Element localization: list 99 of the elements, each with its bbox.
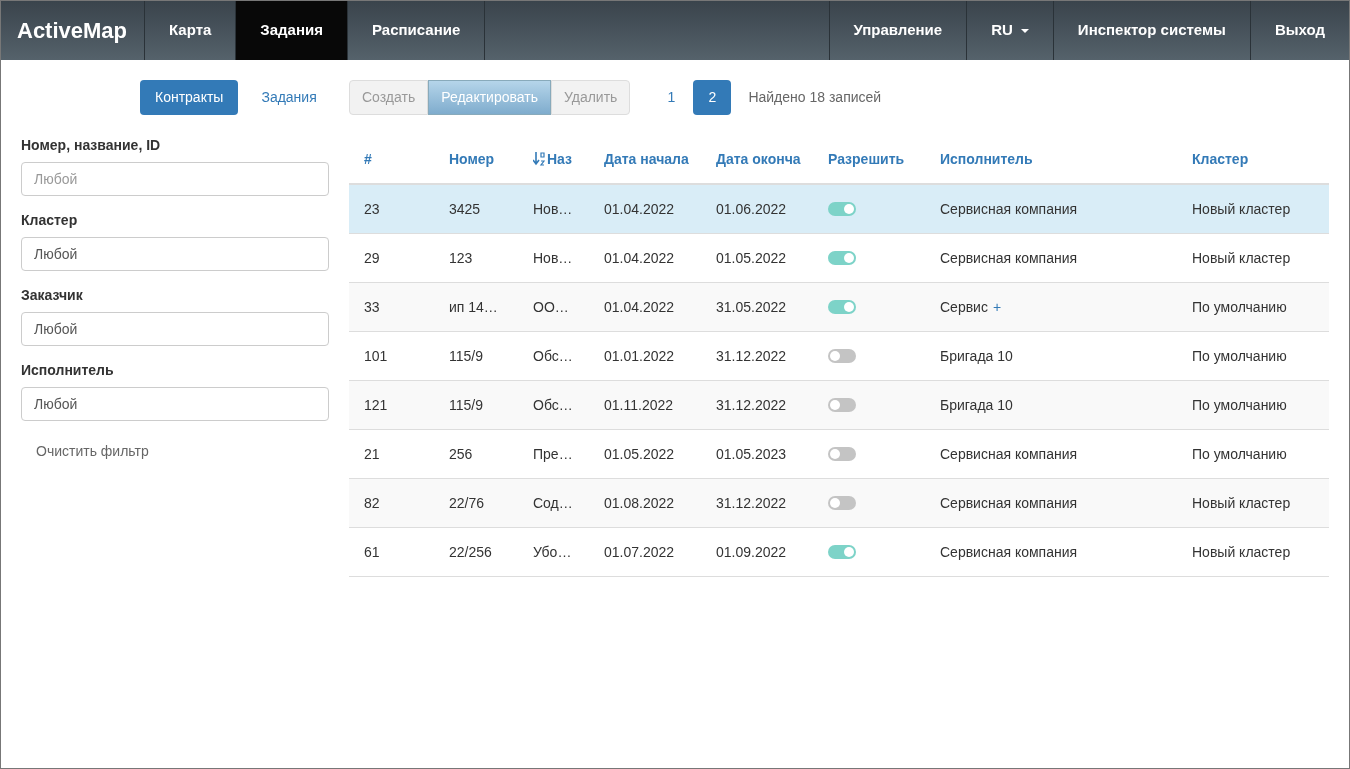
table-cell: 31.12.2022 bbox=[716, 348, 787, 364]
table-cell: 22/76 bbox=[449, 495, 485, 511]
column-header[interactable]: Исполнитель bbox=[940, 148, 1033, 170]
table-cell: 01.05.2023 bbox=[716, 446, 787, 462]
filter-field[interactable]: Любой bbox=[21, 162, 329, 196]
filter-label: Заказчик bbox=[21, 286, 84, 305]
table-cell: Новый кластер bbox=[1192, 495, 1291, 511]
add-link[interactable]: + bbox=[992, 296, 1002, 318]
table-cell: 31.12.2022 bbox=[716, 495, 787, 511]
table-cell: 01.07.2022 bbox=[604, 544, 675, 560]
table-cell: 31.12.2022 bbox=[716, 397, 787, 413]
table-cell: 01.08.2022 bbox=[604, 495, 675, 511]
mode-tab[interactable]: Задания bbox=[246, 80, 332, 115]
table-row[interactable]: 23 3425 Нов… 01.04.2022 01.06.2022 Сервисная компания Новый кластер bbox=[349, 185, 1329, 234]
table-cell: По умолчанию bbox=[1192, 397, 1287, 413]
filter-label: Исполнитель bbox=[21, 361, 115, 380]
column-header[interactable]: Разрешить bbox=[828, 148, 905, 170]
toggle-switch[interactable] bbox=[828, 251, 856, 265]
table-cell: 101 bbox=[364, 348, 388, 364]
table-cell-text: Бригада 10 bbox=[940, 395, 1013, 415]
table-cell-text: Сервис bbox=[940, 297, 988, 317]
column-header[interactable]: Дата начала bbox=[604, 148, 689, 170]
nav-tab[interactable]: Управление bbox=[828, 1, 967, 60]
table-cell: 121 bbox=[364, 397, 388, 413]
table-cell: Нов… bbox=[533, 201, 573, 217]
toggle-switch[interactable] bbox=[828, 349, 856, 363]
table-cell: 01.06.2022 bbox=[716, 201, 787, 217]
toggle-switch[interactable] bbox=[828, 545, 856, 559]
column-header[interactable]: Наз bbox=[547, 148, 573, 170]
toggle-switch[interactable] bbox=[828, 202, 856, 216]
table-cell: По умолчанию bbox=[1192, 446, 1287, 462]
table-cell: ОО… bbox=[533, 299, 569, 315]
page-button[interactable]: 1 bbox=[652, 80, 691, 115]
table-cell: 01.01.2022 bbox=[604, 348, 675, 364]
table-cell: 01.04.2022 bbox=[604, 201, 675, 217]
clear-filter-button[interactable]: Очистить фильтр bbox=[21, 435, 164, 468]
table-row[interactable]: 82 22/76 Сод… 01.08.2022 31.12.2022 Сервисная компания Новый кластер bbox=[349, 479, 1329, 528]
toggle-switch[interactable] bbox=[828, 300, 856, 314]
table-cell: Новый кластер bbox=[1192, 201, 1291, 217]
nav-tab[interactable]: Выход bbox=[1249, 1, 1349, 60]
table-cell: Новый кластер bbox=[1192, 250, 1291, 266]
filter-field[interactable]: Любой bbox=[21, 387, 329, 421]
table-cell: Обс… bbox=[533, 397, 573, 413]
table-cell-text: Сервисная компания bbox=[940, 542, 1078, 562]
table-cell: Пре… bbox=[533, 446, 573, 462]
table-cell: По умолчанию bbox=[1192, 348, 1287, 364]
table-cell: 256 bbox=[449, 446, 473, 462]
table-cell: 82 bbox=[364, 495, 380, 511]
table-cell-text: Бригада 10 bbox=[940, 346, 1013, 366]
table-cell: 115/9 bbox=[449, 348, 483, 364]
table-cell: Новый кластер bbox=[1192, 544, 1291, 560]
table-cell: По умолчанию bbox=[1192, 299, 1287, 315]
brand-logo[interactable]: ActiveMap bbox=[1, 1, 144, 60]
table-cell: Сод… bbox=[533, 495, 573, 511]
table-cell: Убо… bbox=[533, 544, 572, 560]
column-header[interactable]: # bbox=[364, 148, 372, 170]
table-cell: 33 bbox=[364, 299, 380, 315]
toggle-switch[interactable] bbox=[828, 398, 856, 412]
table-cell: 01.05.2022 bbox=[604, 446, 675, 462]
table-cell: ип 14… bbox=[449, 299, 498, 315]
column-header[interactable]: Номер bbox=[449, 148, 495, 170]
table-cell: 115/9 bbox=[449, 397, 483, 413]
table-cell: 01.05.2022 bbox=[716, 250, 787, 266]
nav-tab[interactable]: Инспектор системы bbox=[1052, 1, 1250, 60]
table-cell: 123 bbox=[449, 250, 473, 266]
records-count: Найдено 18 записей bbox=[748, 88, 882, 107]
table-cell-text: Сервисная компания bbox=[940, 248, 1078, 268]
column-header[interactable]: Кластер bbox=[1192, 148, 1249, 170]
column-header[interactable]: Дата оконча bbox=[716, 148, 801, 170]
table-cell: 22/256 bbox=[449, 544, 492, 560]
table-row[interactable]: 121 115/9 Обс… 01.11.2022 31.12.2022 Бригада 10 По умолчанию bbox=[349, 381, 1329, 430]
table-cell: Обс… bbox=[533, 348, 573, 364]
table-cell: 23 bbox=[364, 201, 380, 217]
filter-label: Номер, название, ID bbox=[21, 136, 162, 155]
table-cell-text: Сервисная компания bbox=[940, 493, 1078, 513]
table-cell: 21 bbox=[364, 446, 380, 462]
filter-label: Кластер bbox=[21, 211, 79, 230]
nav-tab[interactable]: Расписание bbox=[347, 1, 485, 60]
table-cell: 01.04.2022 bbox=[604, 299, 675, 315]
table-cell: 01.09.2022 bbox=[716, 544, 787, 560]
caret-icon bbox=[1020, 28, 1029, 33]
table-cell: 31.05.2022 bbox=[716, 299, 787, 315]
table-cell-text: Сервисная компания bbox=[940, 199, 1078, 219]
table-cell: 01.11.2022 bbox=[604, 397, 674, 413]
table-cell: 61 bbox=[364, 544, 380, 560]
table-cell-text: Сервисная компания bbox=[940, 444, 1078, 464]
language-dropdown[interactable]: RU bbox=[966, 1, 1053, 60]
table-cell: 29 bbox=[364, 250, 380, 266]
table-cell: 3425 bbox=[449, 201, 481, 217]
toggle-switch[interactable] bbox=[828, 447, 856, 461]
filter-field[interactable]: Любой bbox=[21, 237, 329, 271]
filter-field[interactable]: Любой bbox=[21, 312, 329, 346]
nav-tab[interactable]: Задания bbox=[235, 1, 347, 60]
table-cell: Нов… bbox=[533, 250, 573, 266]
mode-tab[interactable]: Контракты bbox=[140, 80, 239, 115]
table-row[interactable]: 33 ип 14… ОО… 01.04.2022 31.05.2022 Сервис + По умолчанию bbox=[349, 283, 1329, 332]
page-button[interactable]: 2 bbox=[693, 80, 732, 115]
table-cell: 01.04.2022 bbox=[604, 250, 675, 266]
toggle-switch[interactable] bbox=[828, 496, 856, 510]
